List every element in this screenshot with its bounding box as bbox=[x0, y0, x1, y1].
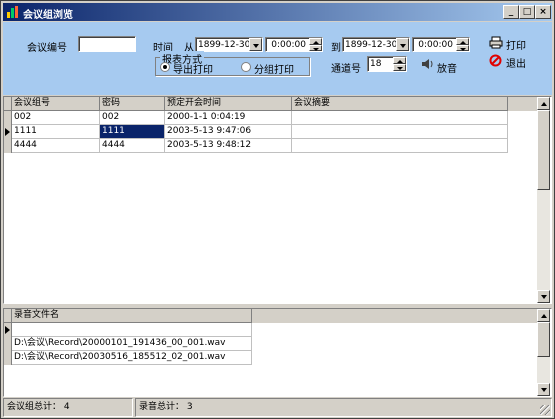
to-time-value: 0:00:00 bbox=[418, 40, 453, 50]
meeting-no-input[interactable] bbox=[78, 36, 136, 52]
cell-summary[interactable] bbox=[292, 111, 508, 125]
from-date-dropdown-icon[interactable] bbox=[249, 38, 262, 51]
channel-value: 18 bbox=[370, 59, 382, 69]
channel-spinner[interactable] bbox=[393, 57, 406, 71]
to-date-picker[interactable]: 1899-12-30 bbox=[342, 37, 410, 52]
cell-time[interactable]: 2000-1-1 0:04:19 bbox=[165, 111, 292, 125]
to-label: 到 bbox=[331, 43, 341, 54]
print-button[interactable]: 打印 bbox=[506, 37, 526, 52]
recordings-grid-header: 录音文件名 bbox=[4, 309, 537, 323]
app-icon bbox=[7, 6, 18, 18]
cell-group[interactable]: 4444 bbox=[12, 139, 100, 153]
to-time-spinner[interactable] bbox=[456, 38, 469, 51]
group-print-label[interactable]: 分组打印 bbox=[254, 61, 294, 76]
meetings-grid-header: 会议组号 密码 预定开会时间 会议摘要 bbox=[4, 97, 537, 111]
group-total-label: 会议组总计： bbox=[7, 402, 62, 412]
col-file-name[interactable]: 录音文件名 bbox=[12, 309, 252, 323]
minimize-button[interactable]: _ bbox=[503, 5, 519, 19]
row-indicator-column bbox=[4, 111, 12, 153]
export-print-radio[interactable] bbox=[160, 62, 170, 72]
cell-file[interactable]: D:\会议\Record\20000101_191218_00_001.wav bbox=[12, 323, 252, 337]
status-bar: 会议组总计： 4 录音总计： 3 bbox=[3, 398, 552, 417]
window-title: 会议组浏览 bbox=[23, 10, 73, 21]
recordings-grid[interactable]: 录音文件名 D:\会议\Record\20000101_191218_00_00… bbox=[3, 308, 552, 397]
cell-password[interactable]: 002 bbox=[100, 111, 165, 125]
current-row-icon bbox=[5, 128, 10, 136]
from-date-value: 1899-12-30 bbox=[198, 40, 251, 50]
channel-label: 通道号 bbox=[331, 64, 361, 75]
exit-icon[interactable] bbox=[489, 54, 502, 67]
group-print-radio[interactable] bbox=[241, 62, 251, 72]
maximize-button[interactable]: □ bbox=[519, 5, 535, 19]
cell-summary[interactable] bbox=[292, 139, 508, 153]
recordings-vertical-scrollbar[interactable] bbox=[537, 309, 550, 396]
cell-group[interactable]: 002 bbox=[12, 111, 100, 125]
export-print-label[interactable]: 导出打印 bbox=[173, 61, 213, 76]
from-date-picker[interactable]: 1899-12-30 bbox=[195, 37, 263, 52]
from-time-value: 0:00:00 bbox=[271, 40, 306, 50]
scroll-up-icon[interactable] bbox=[537, 309, 550, 322]
col-summary[interactable]: 会议摘要 bbox=[292, 97, 508, 111]
scroll-down-icon[interactable] bbox=[537, 383, 550, 396]
title-bar[interactable]: 会议组浏览 _ □ × bbox=[3, 3, 552, 21]
to-date-dropdown-icon[interactable] bbox=[396, 38, 409, 51]
printer-icon[interactable] bbox=[489, 36, 503, 49]
speaker-icon[interactable] bbox=[421, 57, 435, 71]
col-meeting-group[interactable]: 会议组号 bbox=[12, 97, 100, 111]
meeting-no-label: 会议编号 bbox=[27, 43, 67, 54]
from-time-spinner[interactable] bbox=[309, 38, 322, 51]
cell-time[interactable]: 2003-5-13 9:48:12 bbox=[165, 139, 292, 153]
play-button[interactable]: 放音 bbox=[437, 60, 457, 75]
current-row-icon bbox=[5, 326, 10, 334]
row-indicator-column bbox=[4, 323, 12, 365]
cell-file[interactable]: D:\会议\Record\20000101_191436_00_001.wav bbox=[12, 337, 252, 351]
channel-input[interactable]: 18 bbox=[367, 56, 407, 72]
record-total-value: 3 bbox=[186, 402, 193, 412]
to-time-input[interactable]: 0:00:00 bbox=[412, 37, 470, 52]
meetings-grid[interactable]: 会议组号 密码 预定开会时间 会议摘要 002 002 2000-1-1 0:0… bbox=[3, 96, 552, 304]
cell-file[interactable]: D:\会议\Record\20030516_185512_02_001.wav bbox=[12, 351, 252, 365]
record-total-label: 录音总计： bbox=[139, 402, 185, 412]
cell-time[interactable]: 2003-5-13 9:47:06 bbox=[165, 125, 292, 139]
filter-panel: 会议编号 时间 从 1899-12-30 0:00:00 到 1899-12-3… bbox=[3, 22, 552, 95]
from-time-input[interactable]: 0:00:00 bbox=[265, 37, 323, 52]
col-scheduled-time[interactable]: 预定开会时间 bbox=[165, 97, 292, 111]
meetings-vertical-scrollbar[interactable] bbox=[537, 97, 550, 303]
cell-password[interactable]: 4444 bbox=[100, 139, 165, 153]
group-total-panel: 会议组总计： 4 bbox=[3, 398, 133, 417]
group-total-value: 4 bbox=[63, 402, 70, 412]
record-total-panel: 录音总计： 3 bbox=[135, 398, 552, 417]
main-window: 会议组浏览 _ □ × 会议编号 时间 从 1899-12-30 0:00:00… bbox=[0, 0, 555, 419]
cell-group[interactable]: 1111 bbox=[12, 125, 100, 139]
to-date-value: 1899-12-30 bbox=[345, 40, 398, 50]
scroll-down-icon[interactable] bbox=[537, 290, 550, 303]
scroll-thumb[interactable] bbox=[537, 322, 550, 357]
cell-password-selected[interactable]: 1111 bbox=[100, 125, 165, 139]
scroll-up-icon[interactable] bbox=[537, 97, 550, 110]
cell-summary[interactable] bbox=[292, 125, 508, 139]
resize-grip-icon[interactable] bbox=[540, 405, 550, 415]
scroll-thumb[interactable] bbox=[537, 110, 550, 190]
close-button[interactable]: × bbox=[535, 5, 551, 19]
exit-button[interactable]: 退出 bbox=[506, 55, 526, 70]
col-password[interactable]: 密码 bbox=[100, 97, 165, 111]
